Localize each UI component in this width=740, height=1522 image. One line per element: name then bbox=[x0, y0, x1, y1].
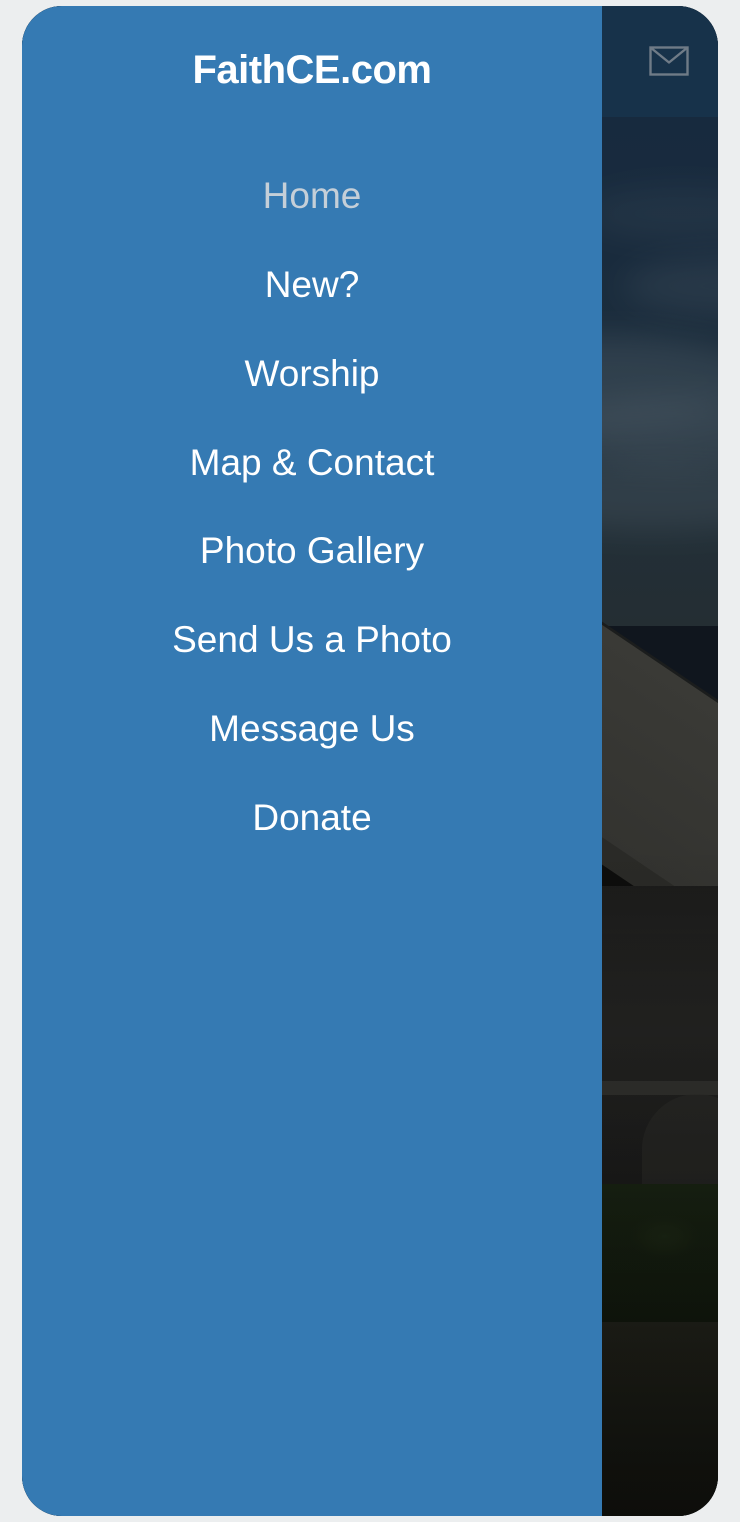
app-window: FaithCE.com Home New? Worship Map & Cont… bbox=[22, 6, 718, 1516]
nav-menu: Home New? Worship Map & Contact Photo Ga… bbox=[22, 152, 602, 863]
brand-title: FaithCE.com bbox=[192, 48, 432, 92]
nav-item-photo-gallery[interactable]: Photo Gallery bbox=[22, 507, 602, 596]
screen: FaithCE.com Home New? Worship Map & Cont… bbox=[0, 0, 740, 1522]
nav-item-send-us-a-photo[interactable]: Send Us a Photo bbox=[22, 596, 602, 685]
nav-item-worship[interactable]: Worship bbox=[22, 330, 602, 419]
nav-item-map-and-contact[interactable]: Map & Contact bbox=[22, 419, 602, 508]
navigation-drawer: FaithCE.com Home New? Worship Map & Cont… bbox=[22, 6, 602, 1516]
nav-item-new[interactable]: New? bbox=[22, 241, 602, 330]
nav-item-donate[interactable]: Donate bbox=[22, 774, 602, 863]
envelope-icon bbox=[649, 46, 689, 76]
nav-item-home[interactable]: Home bbox=[22, 152, 602, 241]
nav-item-message-us[interactable]: Message Us bbox=[22, 685, 602, 774]
message-us-button[interactable] bbox=[634, 28, 704, 94]
